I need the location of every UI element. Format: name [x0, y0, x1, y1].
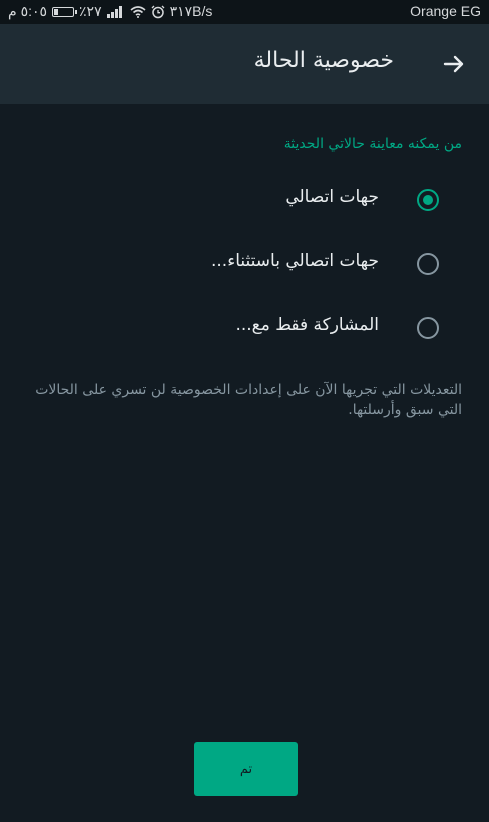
signal-icon: [106, 5, 125, 18]
battery-icon: [52, 6, 78, 17]
radio-selected-icon[interactable]: [417, 189, 439, 211]
option-label: المشاركة فقط مع...: [235, 315, 379, 335]
clock: ٥:٠٥ م: [8, 3, 48, 19]
arrow-right-icon: [443, 55, 464, 73]
radio-unselected-icon[interactable]: [417, 317, 439, 339]
option-only-share-with[interactable]: المشاركة فقط مع...: [0, 302, 489, 358]
page-title: خصوصية الحالة: [253, 48, 394, 73]
status-bar: ٥:٠٥ م ٪٢٧ ٣١٧B/s Orange EG: [0, 0, 489, 24]
back-button[interactable]: [439, 44, 469, 84]
done-button[interactable]: تم: [194, 742, 298, 796]
wifi-icon: [130, 5, 146, 18]
carrier-name: Orange EG: [410, 3, 481, 19]
privacy-info-text: التعديلات التي تجريها الآن على إعدادات ا…: [35, 382, 462, 418]
option-my-contacts[interactable]: جهات اتصالي: [0, 174, 489, 230]
option-label: جهات اتصالي باستثناء...: [211, 251, 379, 271]
battery-percent: ٪٢٧: [79, 3, 102, 19]
app-bar: خصوصية الحالة: [0, 24, 489, 104]
option-label: جهات اتصالي: [285, 187, 379, 207]
status-left-group: ٥:٠٥ م ٪٢٧ ٣١٧B/s: [8, 3, 212, 20]
option-contacts-except[interactable]: جهات اتصالي باستثناء...: [0, 238, 489, 294]
radio-unselected-icon[interactable]: [417, 253, 439, 275]
network-speed: ٣١٧B/s: [169, 3, 213, 19]
alarm-icon: [151, 5, 165, 19]
section-header: من يمكنه معاينة حالاتي الحديثة: [283, 136, 462, 152]
